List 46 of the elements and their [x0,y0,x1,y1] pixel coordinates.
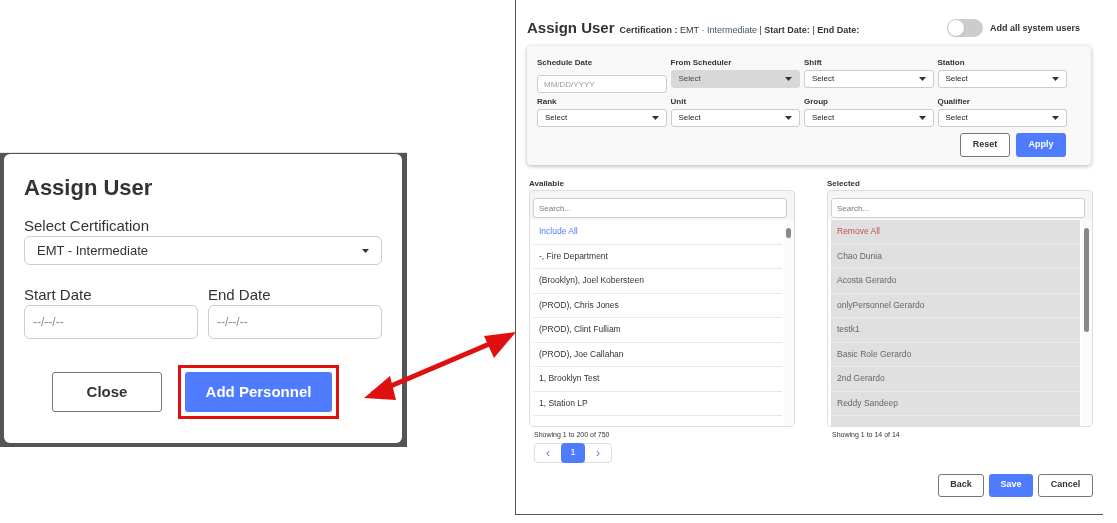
list-title: Available [529,177,565,190]
modal-title: Assign User [24,174,154,202]
list-item[interactable]: (PROD), Joe Callahan [533,342,783,367]
field-label: End Date [208,285,272,305]
filter-label: Station [937,56,966,69]
list-title: Selected [827,177,861,190]
list-item[interactable]: 1, Brooklyn Test [533,367,783,392]
list-item[interactable]: 1, Station LP [533,391,783,416]
search-field[interactable]: Search... [533,198,787,218]
filter-label: Rank [537,95,558,108]
list-action[interactable]: Include All [533,220,783,245]
next-page-button[interactable]: › [585,443,611,462]
filter-select[interactable]: Select [804,69,934,88]
list-item[interactable]: (PROD), Chris Jones [533,293,783,318]
filter-select[interactable]: Select [670,108,800,127]
secondary-button[interactable]: Cancel [1038,473,1093,497]
previous-page-button[interactable]: ‹ [535,443,561,462]
page-button[interactable]: 1 [561,442,585,463]
filter-select[interactable]: Select [537,108,667,127]
date-field[interactable]: --/--/-- [208,305,382,339]
field-label: Select Certification [24,216,151,236]
filter-select[interactable]: Select [804,108,934,127]
secondary-button[interactable]: Back [938,473,984,497]
primary-button[interactable]: Add Personnel [185,372,332,412]
list-item[interactable]: -, Fire Department [533,244,783,269]
filter-label: Unit [670,95,688,108]
toggle-label: Add all system users [989,21,1080,35]
filter-label: Group [804,95,829,108]
primary-button[interactable]: Apply [1016,132,1066,157]
primary-button[interactable]: Save [989,473,1033,497]
secondary-button[interactable]: Reset [960,132,1010,157]
filter-label: Shift [804,56,823,69]
filter-label: Qualifier [937,95,971,108]
date-field[interactable]: MM/DD/YYYY [537,75,667,93]
panel-title: Assign User [527,18,615,38]
filter-label: Schedule Date [537,56,594,69]
filter-select[interactable]: Select [937,108,1067,127]
list-item[interactable]: (PROD), Clint Fulliam [533,318,783,343]
certification-select[interactable]: EMT - Intermediate [24,236,382,265]
field-label: Start Date [24,285,93,305]
filter-label: From Scheduler [670,56,733,69]
list-item[interactable]: (Brooklyn), Joel Kobersteen [533,269,783,294]
certification-summary: Certification : EMT - Intermediate | Start Date: | End Date: [619,24,860,37]
date-field[interactable]: --/--/-- [24,305,198,339]
filter-select[interactable]: Select [937,69,1067,88]
secondary-button[interactable]: Close [52,372,162,412]
